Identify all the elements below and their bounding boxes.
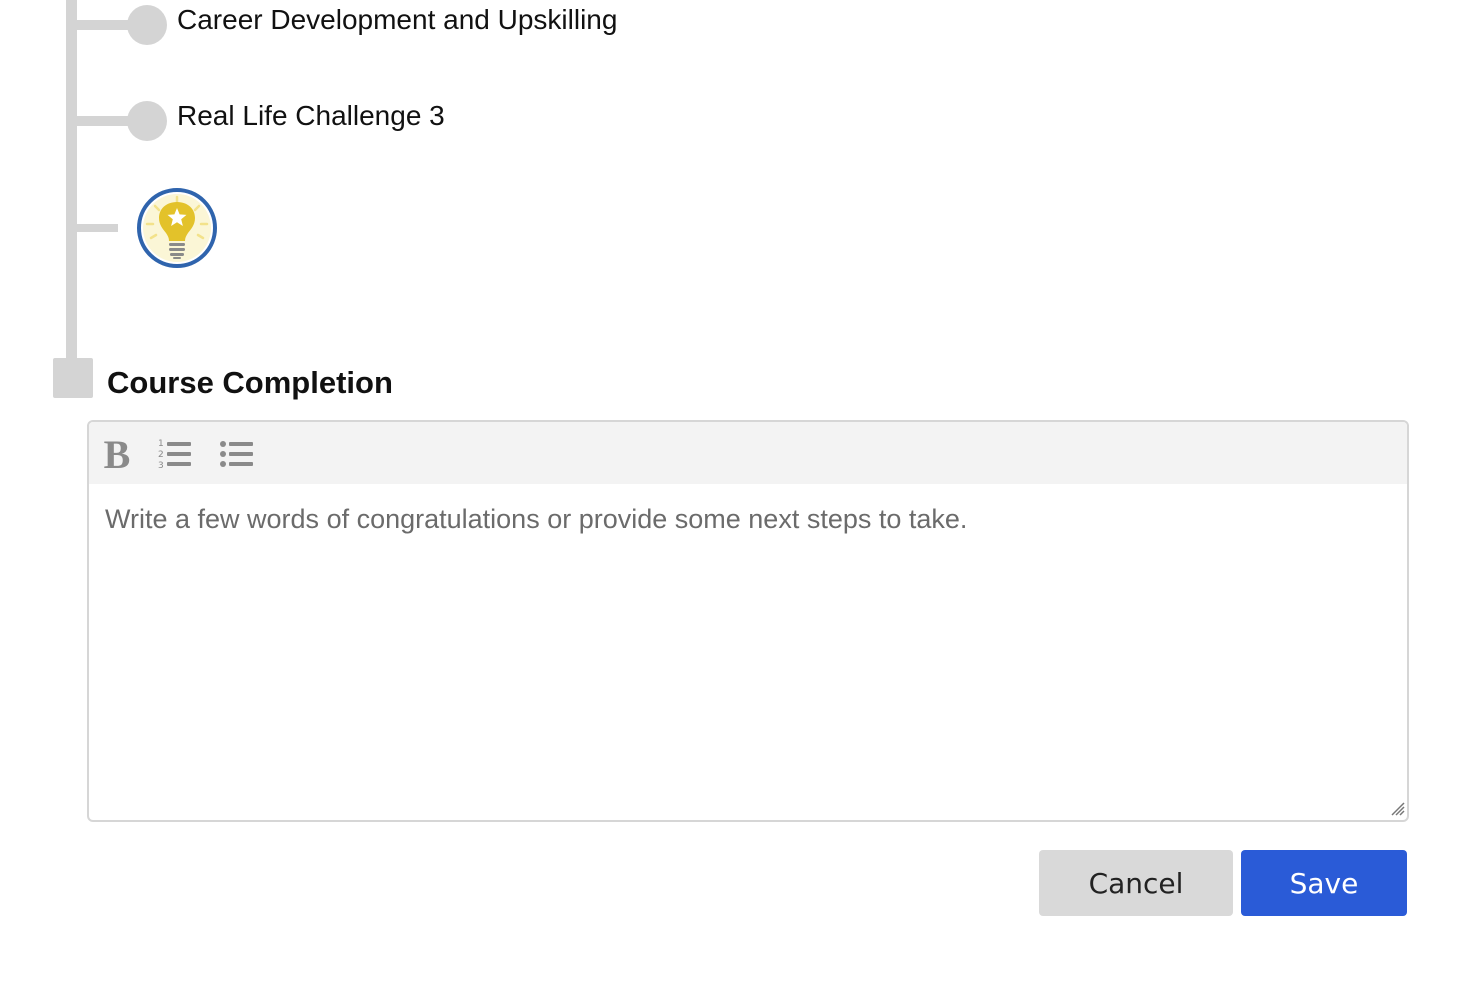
timeline-item-career-development[interactable]: Career Development and Upskilling [177, 3, 617, 37]
svg-text:1: 1 [158, 439, 164, 449]
timeline-node-dot [127, 101, 167, 141]
bold-button[interactable]: B [97, 432, 137, 477]
numbered-list-button[interactable]: 1 2 3 [155, 434, 195, 474]
timeline-spine [66, 0, 77, 366]
timeline-branch [66, 224, 118, 232]
editor-text-area[interactable]: Write a few words of congratulations or … [89, 484, 1407, 818]
svg-text:2: 2 [158, 450, 164, 460]
completion-message-editor: B 1 2 3 Write a few words of congratulat… [87, 420, 1409, 822]
cancel-button[interactable]: Cancel [1039, 850, 1233, 916]
timeline-end-marker [53, 358, 93, 398]
course-builder-page: Career Development and Upskilling Real L… [0, 0, 1474, 1006]
save-button[interactable]: Save [1241, 850, 1407, 916]
timeline-item-real-life-challenge-3[interactable]: Real Life Challenge 3 [177, 99, 445, 133]
bulleted-list-icon [220, 441, 253, 467]
editor-toolbar: B 1 2 3 [89, 422, 1407, 484]
numbered-list-icon: 1 2 3 [158, 439, 191, 471]
svg-text:3: 3 [158, 461, 164, 471]
editor-placeholder: Write a few words of congratulations or … [105, 504, 968, 534]
resize-handle-icon[interactable] [1389, 800, 1405, 816]
timeline-node-dot [127, 5, 167, 45]
bold-icon: B [103, 431, 131, 477]
lightbulb-star-badge-icon[interactable] [137, 188, 217, 268]
course-completion-title: Course Completion [107, 365, 393, 400]
bulleted-list-button[interactable] [217, 434, 257, 474]
